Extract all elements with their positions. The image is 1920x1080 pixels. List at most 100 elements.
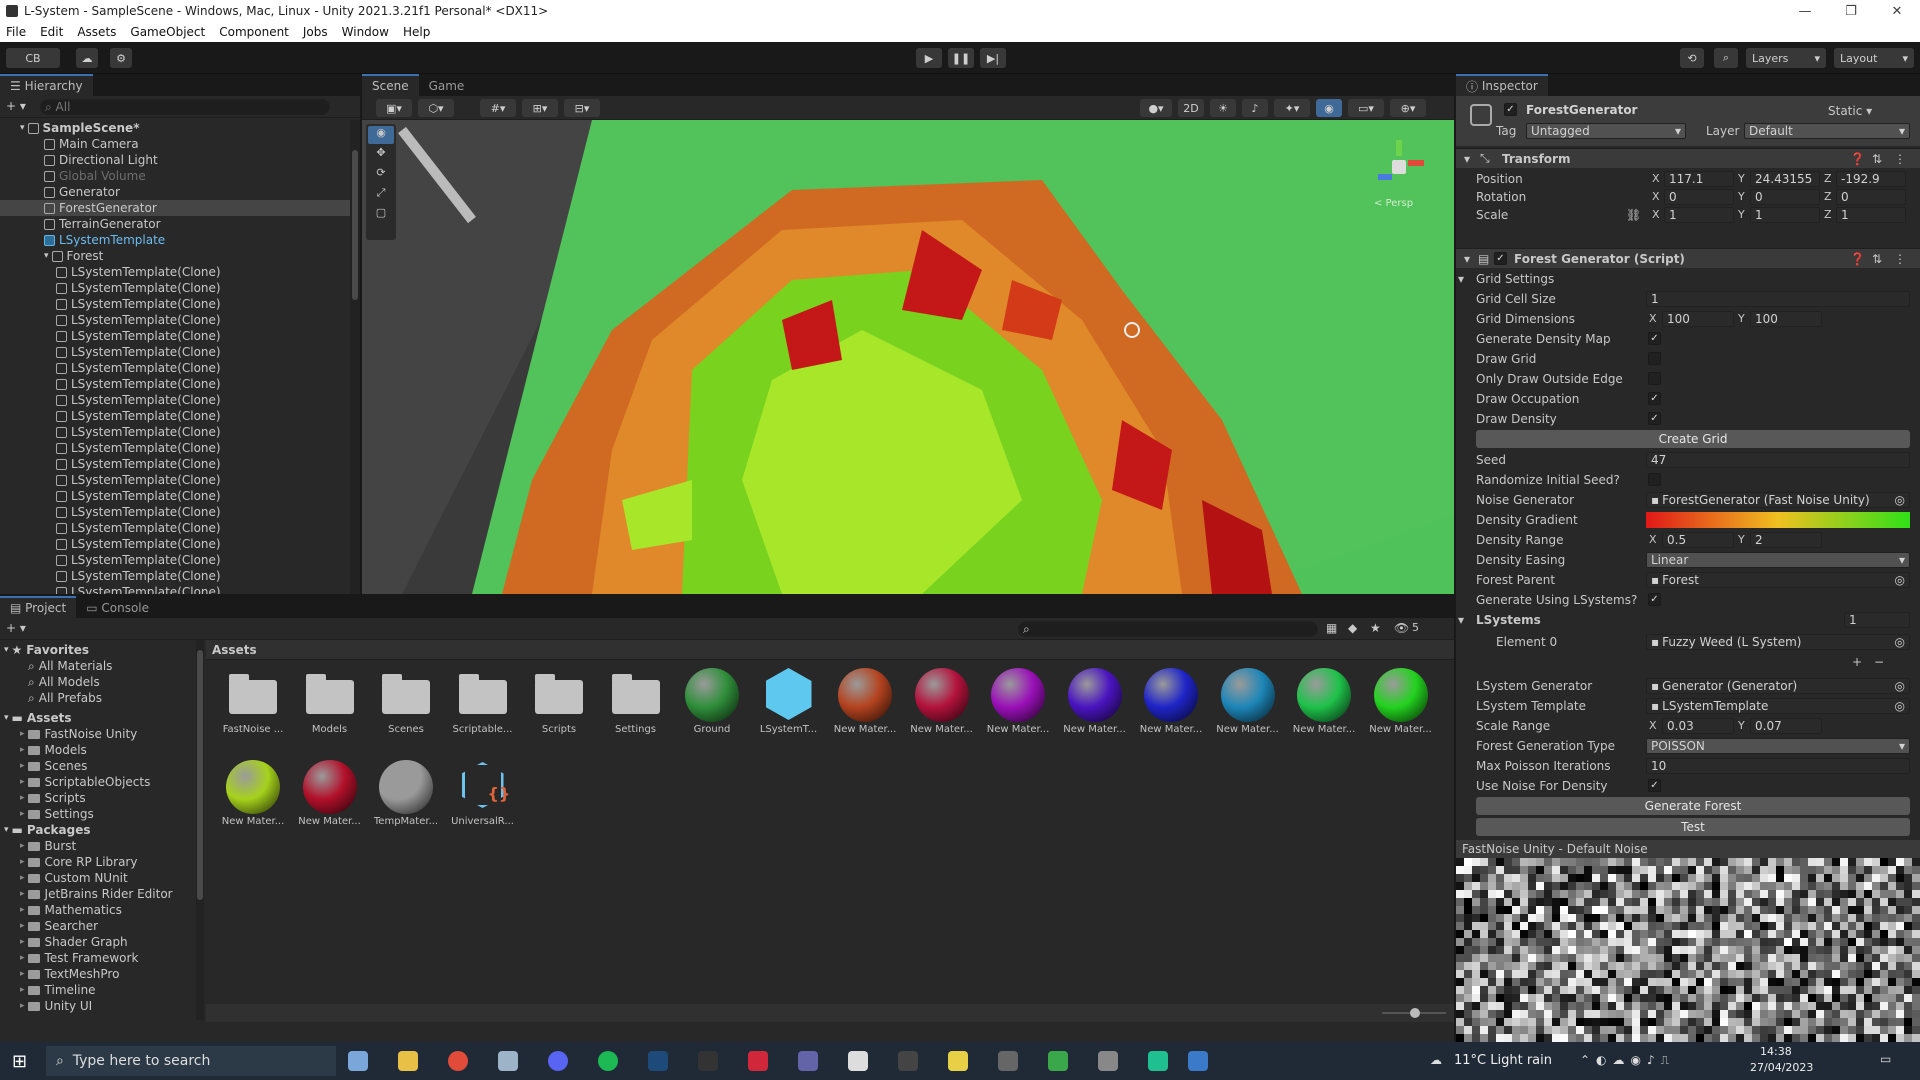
foldout-icon[interactable]: ▾ [1458,613,1464,627]
persp-label[interactable]: < Persp [1374,198,1413,209]
visibility-icon[interactable]: ◉ [1316,99,1342,117]
max-poisson-field[interactable]: 10 [1646,758,1910,774]
grid-dim-y-field[interactable]: 100 [1750,311,1822,327]
asset-item[interactable]: Ground [677,662,747,742]
cloud-icon[interactable]: ☁ [76,48,98,68]
scene-viewport[interactable]: ◉ ✥ ⟳ ⤢ ▢ < Persp [362,120,1454,594]
object-picker-icon[interactable]: ◎ [1895,493,1905,507]
asset-item[interactable]: Scriptable... [448,662,518,742]
assets-breadcrumb-label[interactable]: Assets [212,643,257,657]
menu-item-help[interactable]: Help [403,25,430,39]
menu-item-assets[interactable]: Assets [77,25,116,39]
project-section-favorites[interactable]: ▾ ★ Favorites [0,642,198,658]
hierarchy-item[interactable]: LSystemTemplate(Clone) [0,280,350,296]
help-icon[interactable]: ❓ [1850,252,1865,266]
gizmos-dropdown[interactable]: ⊕▾ [1390,99,1426,117]
hierarchy-item[interactable]: ForestGenerator [0,200,350,216]
scale-range-x-field[interactable]: 0.03 [1662,718,1734,734]
add-element-icon[interactable]: + [1852,655,1862,669]
asset-item[interactable]: New Mater... [1289,662,1359,742]
hierarchy-item[interactable]: Directional Light [0,152,350,168]
noise-gen-field[interactable]: ▪ ForestGenerator (Fast Noise Unity) ◎ [1646,492,1910,508]
only-draw-outside-checkbox[interactable] [1648,372,1661,385]
gen-density-map-checkbox[interactable]: ✓ [1648,332,1661,345]
history-icon[interactable]: ⟲ [1680,48,1704,68]
rect-tool-icon[interactable]: ▢ [368,206,394,224]
project-tree-item[interactable]: ▸ Shader Graph [0,934,198,950]
project-tree-item[interactable]: ▸ Mathematics [0,902,198,918]
forest-gen-type-dropdown[interactable]: POISSON ▾ [1646,738,1910,754]
project-tree-item[interactable]: ⌕ All Prefabs [0,690,198,706]
hierarchy-item[interactable]: LSystemTemplate(Clone) [0,456,350,472]
hierarchy-item[interactable]: LSystemTemplate(Clone) [0,440,350,456]
app-icon[interactable] [498,1051,518,1071]
tab-game[interactable]: Game [418,74,475,96]
grid-snap-dropdown[interactable]: #▾ [480,99,516,117]
account-button[interactable]: CB [6,48,60,68]
asset-item[interactable]: TempMater... [371,754,441,834]
asset-item[interactable]: New Mater... [295,754,365,834]
project-tree-item[interactable]: ▸ Models [0,742,198,758]
app-icon[interactable] [1188,1051,1208,1071]
transform-scale-z-field[interactable]: 1 [1836,207,1906,223]
transform-header[interactable]: ▾ ⤡ Transform ❓ ⇅ ⋮ [1456,148,1920,168]
pause-button[interactable]: ❚❚ [948,48,974,68]
hierarchy-item[interactable]: LSystemTemplate(Clone) [0,376,350,392]
hierarchy-item[interactable]: LSystemTemplate(Clone) [0,488,350,504]
hierarchy-item[interactable]: LSystemTemplate(Clone) [0,424,350,440]
remove-element-icon[interactable]: − [1874,655,1884,669]
density-range-x-field[interactable]: 0.5 [1662,532,1734,548]
generate-forest-button[interactable]: Generate Forest [1476,797,1910,815]
project-tree-item[interactable]: ▸ Unity UI [0,998,198,1014]
asset-item[interactable]: New Mater... [907,662,977,742]
asset-item[interactable]: New Mater... [1213,662,1283,742]
tab-scene[interactable]: Scene [362,74,419,96]
play-button[interactable]: ▶ [916,48,942,68]
hierarchy-item[interactable]: LSystemTemplate [0,232,350,248]
hierarchy-item[interactable]: LSystemTemplate(Clone) [0,552,350,568]
notification-icon[interactable]: ▭ [1880,1052,1891,1066]
audio-icon[interactable]: ♪ [1242,99,1268,117]
move-tool-icon[interactable]: ✥ [368,146,394,164]
asset-item[interactable]: Settings [601,662,671,742]
steam-icon[interactable] [648,1051,668,1071]
restore-icon[interactable]: ❐ [1828,0,1874,22]
transform-position-z-field[interactable]: -192.9 [1836,171,1906,187]
hierarchy-item[interactable]: LSystemTemplate(Clone) [0,392,350,408]
file-explorer-icon[interactable] [398,1051,418,1071]
hidden-packages-icon[interactable]: 👁 [1394,621,1409,635]
object-picker-icon[interactable]: ◎ [1895,635,1905,649]
layers-dropdown[interactable]: Layers ▾ [1746,48,1826,68]
menu-item-component[interactable]: Component [219,25,289,39]
project-search-input[interactable]: ⌕ [1018,621,1318,637]
script-enabled-checkbox[interactable]: ✓ [1494,252,1507,265]
favorite-icon[interactable]: ★ [1370,621,1381,635]
gen-using-lsystems-checkbox[interactable]: ✓ [1648,593,1661,606]
lighting-icon[interactable]: ☀ [1210,99,1236,117]
hierarchy-item[interactable]: ▾ Forest [0,248,350,264]
object-picker-icon[interactable]: ◎ [1895,679,1905,693]
use-noise-checkbox[interactable]: ✓ [1648,779,1661,792]
hierarchy-search-input[interactable]: ⌕ All [40,99,330,115]
asset-item[interactable]: Models [295,662,365,742]
task-view-icon[interactable] [348,1051,368,1071]
shading-dropdown[interactable]: ●▾ [1140,99,1172,117]
project-tree-item[interactable]: ▸ Test Framework [0,950,198,966]
menu-item-edit[interactable]: Edit [40,25,63,39]
mode-2d-button[interactable]: 2D [1178,99,1204,117]
hierarchy-item[interactable]: LSystemTemplate(Clone) [0,264,350,280]
filter-type-icon[interactable]: ▦ [1326,621,1337,635]
create-grid-button[interactable]: Create Grid [1476,430,1910,448]
hierarchy-item[interactable]: LSystemTemplate(Clone) [0,408,350,424]
transform-scale-y-field[interactable]: 1 [1750,207,1820,223]
hierarchy-item[interactable]: LSystemTemplate(Clone) [0,536,350,552]
minimize-icon[interactable]: — [1782,0,1828,22]
draw-grid-checkbox[interactable] [1648,352,1661,365]
project-tree-item[interactable]: ▸ TextMeshPro [0,966,198,982]
object-picker-icon[interactable]: ◎ [1895,573,1905,587]
draw-occupation-checkbox[interactable]: ✓ [1648,392,1661,405]
app-icon[interactable] [1048,1051,1068,1071]
density-easing-dropdown[interactable]: Linear ▾ [1646,552,1910,568]
tab-console[interactable]: ▭ Console [76,596,160,618]
project-tree-item[interactable]: ▸ Scenes [0,758,198,774]
